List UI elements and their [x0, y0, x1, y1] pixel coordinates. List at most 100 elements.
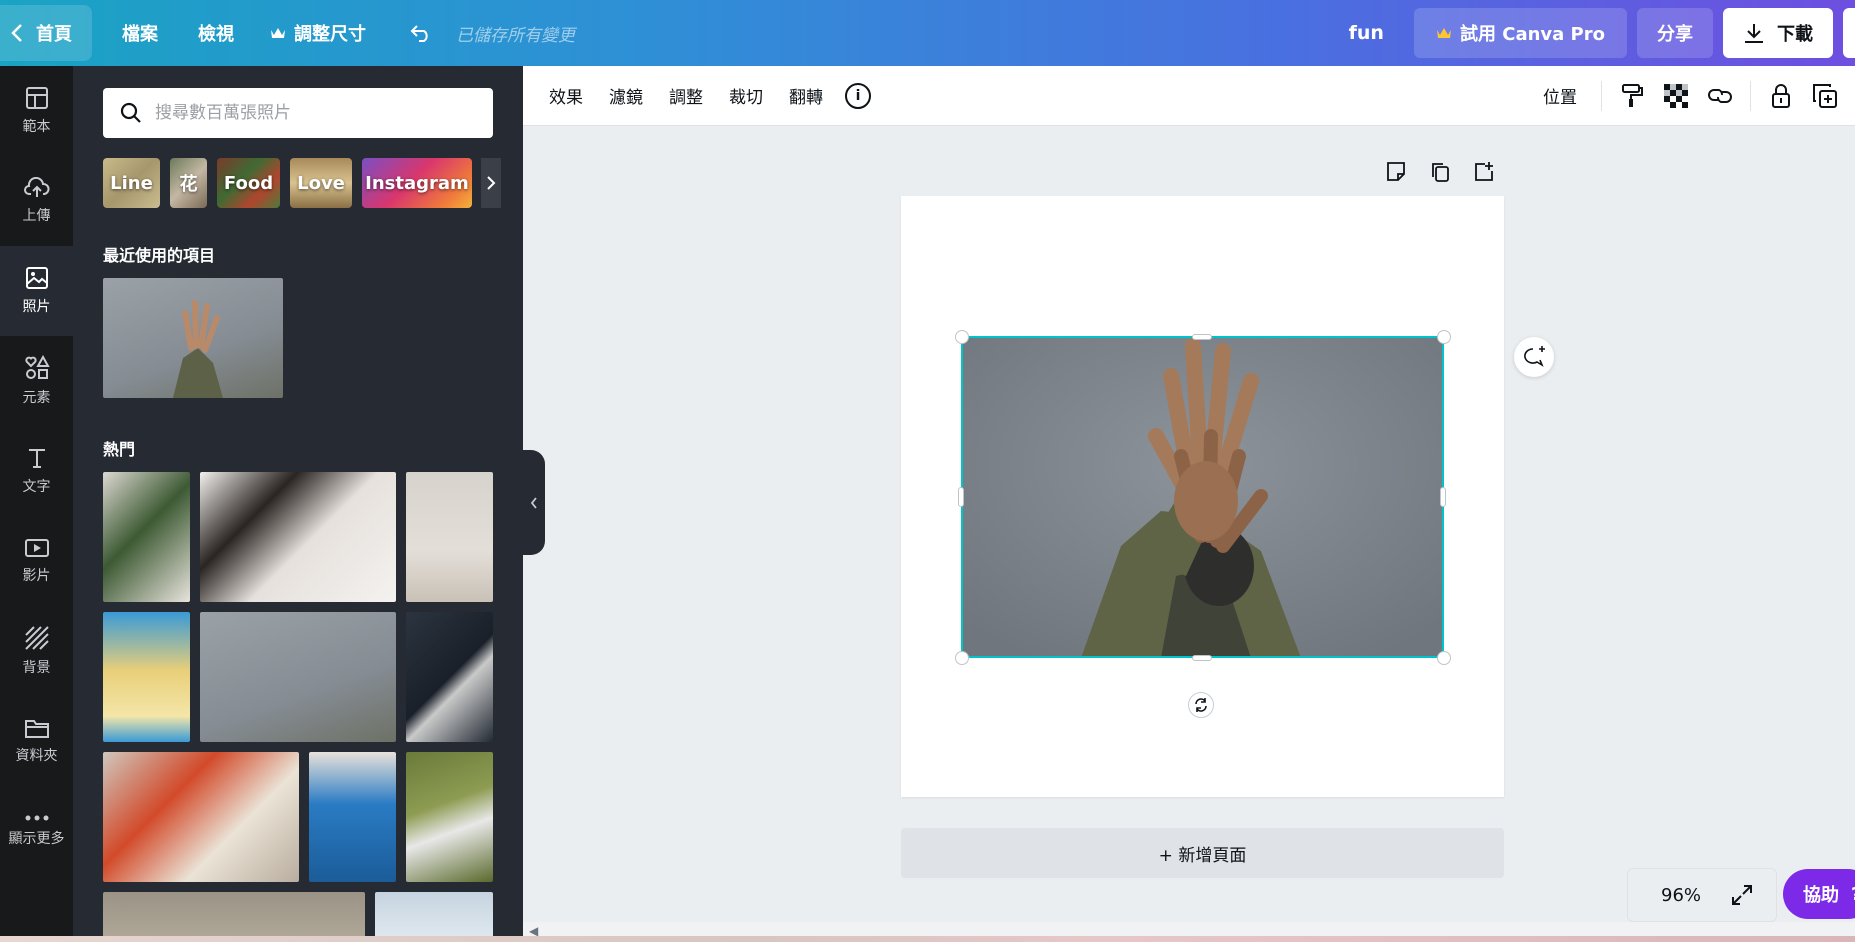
zoom-level[interactable]: 96% — [1661, 885, 1701, 906]
view-menu[interactable]: 檢視 — [198, 20, 234, 46]
resize-handle-bottom[interactable] — [1192, 655, 1212, 661]
share-button[interactable]: 分享 — [1637, 8, 1713, 58]
resize-handle-bottom-left[interactable] — [955, 651, 969, 665]
share-label: 分享 — [1657, 24, 1693, 45]
rotate-handle[interactable] — [1188, 692, 1214, 718]
page-notes-button[interactable] — [1384, 160, 1408, 188]
toolbar-divider — [1750, 80, 1751, 111]
rail-item-video[interactable]: 影片 — [0, 516, 73, 606]
resize-menu[interactable]: 調整尺寸 — [270, 20, 366, 46]
rail-item-more[interactable]: 顯示更多 — [0, 786, 73, 876]
collapse-panel-button[interactable] — [523, 450, 545, 555]
add-page-button[interactable]: + 新增頁面 — [901, 828, 1504, 878]
template-icon — [25, 87, 48, 109]
lock-icon — [1772, 83, 1790, 108]
undo-button[interactable] — [406, 18, 436, 48]
photo-thumbnail[interactable] — [406, 752, 493, 882]
page-add-button[interactable] — [1472, 160, 1496, 188]
background-icon — [24, 626, 49, 650]
rail-item-folder[interactable]: 資料夾 — [0, 696, 73, 786]
resize-handle-bottom-right[interactable] — [1437, 651, 1451, 665]
chevron-right-icon — [487, 176, 496, 190]
rail-item-background[interactable]: 背景 — [0, 606, 73, 696]
upload-icon — [23, 177, 50, 197]
rail-label: 影片 — [22, 568, 51, 584]
download-label: 下載 — [1777, 24, 1813, 45]
photo-thumbnail[interactable] — [103, 472, 190, 602]
home-label: 首頁 — [36, 24, 72, 45]
rail-label: 背景 — [22, 660, 51, 676]
crown-icon — [1436, 28, 1451, 38]
chip-line[interactable]: Line — [103, 158, 160, 208]
photo-thumbnail[interactable] — [200, 472, 396, 602]
rail-item-elements[interactable]: 元素 — [0, 336, 73, 426]
add-page-icon — [1475, 162, 1493, 181]
chip-instagram[interactable]: Instagram — [362, 158, 472, 208]
chip-love[interactable]: Love — [290, 158, 352, 208]
rail-item-templates[interactable]: 範本 — [0, 66, 73, 156]
photo-thumbnail[interactable] — [200, 612, 396, 742]
rail-item-photos[interactable]: 照片 — [0, 246, 73, 336]
more-icon — [25, 815, 48, 821]
crop-button[interactable]: 裁切 — [729, 83, 763, 108]
save-status: 已儲存所有變更 — [456, 25, 575, 46]
photo-thumbnail[interactable] — [103, 892, 365, 942]
page-duplicate-button[interactable] — [1428, 160, 1452, 188]
top-bar: 首頁 檔案 檢視 調整尺寸 已儲存所有變更 fun 試用 Canva Pro 分… — [0, 0, 1855, 66]
resize-handle-top-left[interactable] — [955, 330, 969, 344]
chip-flower[interactable]: 花 — [170, 158, 207, 208]
keyword-chips: Line 花 Food Love Instagram — [103, 158, 495, 208]
resize-handle-left[interactable] — [958, 487, 964, 507]
rail-item-text[interactable]: 文字 — [0, 426, 73, 516]
chip-food[interactable]: Food — [217, 158, 280, 208]
position-button[interactable]: 位置 — [1543, 83, 1577, 108]
download-button[interactable]: 下載 — [1723, 8, 1833, 58]
copy-icon — [1432, 163, 1449, 182]
paint-roller-button[interactable] — [1618, 82, 1646, 110]
try-pro-label: 試用 Canva Pro — [1459, 24, 1605, 45]
help-button[interactable]: 協助 ? — [1783, 869, 1855, 919]
zoom-control: 96% — [1627, 868, 1777, 922]
rail-label: 元素 — [22, 390, 51, 406]
home-button[interactable]: 首頁 — [0, 5, 92, 61]
resize-handle-top-right[interactable] — [1437, 330, 1451, 344]
resize-handle-top[interactable] — [1192, 334, 1212, 340]
add-comment-button[interactable] — [1514, 337, 1554, 377]
recent-photo[interactable] — [103, 278, 283, 398]
file-menu-label: 檔案 — [122, 24, 158, 45]
chips-next-button[interactable] — [481, 158, 501, 208]
chip-label: Instagram — [365, 172, 469, 194]
duplicate-button[interactable] — [1811, 82, 1839, 110]
photo-thumbnail[interactable] — [103, 752, 299, 882]
topbar-edge-button[interactable] — [1843, 8, 1855, 58]
help-icon: ? — [1851, 884, 1855, 905]
photo-thumbnail[interactable] — [406, 612, 493, 742]
adjust-button[interactable]: 調整 — [669, 83, 703, 108]
design-title[interactable]: fun — [1349, 22, 1384, 44]
info-icon[interactable]: i — [845, 82, 871, 109]
photo-icon — [25, 267, 48, 289]
transparency-button[interactable] — [1662, 82, 1690, 110]
filters-button[interactable]: 濾鏡 — [609, 83, 643, 108]
toolbar-divider — [1601, 80, 1602, 111]
context-toolbar: 效果 濾鏡 調整 裁切 翻轉 i 位置 — [523, 66, 1855, 126]
try-pro-button[interactable]: 試用 Canva Pro — [1413, 8, 1627, 58]
search-input[interactable] — [155, 103, 475, 123]
fullscreen-button[interactable] — [1729, 882, 1755, 908]
chip-label: Food — [223, 172, 274, 194]
photo-thumbnail[interactable] — [375, 892, 493, 942]
view-menu-label: 檢視 — [198, 24, 234, 45]
effects-button[interactable]: 效果 — [549, 83, 583, 108]
link-button[interactable] — [1706, 82, 1734, 110]
rail-item-upload[interactable]: 上傳 — [0, 156, 73, 246]
photo-thumbnail[interactable] — [309, 752, 396, 882]
flip-button[interactable]: 翻轉 — [789, 83, 823, 108]
photo-search[interactable] — [103, 88, 493, 138]
lock-button[interactable] — [1767, 82, 1795, 110]
crown-icon — [271, 28, 285, 38]
photo-thumbnail[interactable] — [103, 612, 190, 742]
file-menu[interactable]: 檔案 — [122, 20, 158, 46]
photo-thumbnail[interactable] — [406, 472, 493, 602]
comment-add-icon — [1524, 346, 1545, 367]
resize-handle-right[interactable] — [1440, 487, 1446, 507]
